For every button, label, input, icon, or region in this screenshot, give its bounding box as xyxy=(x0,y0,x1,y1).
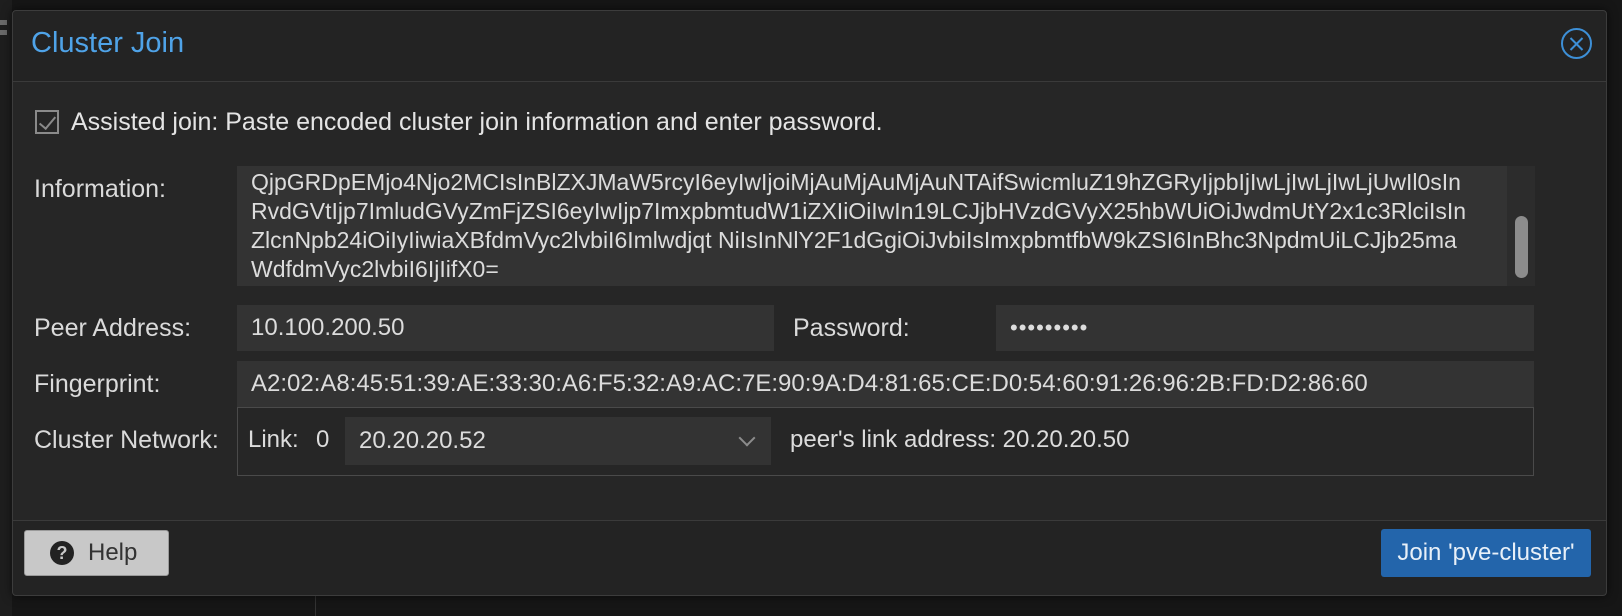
help-button[interactable]: ? Help xyxy=(24,530,169,576)
information-textarea[interactable]: QjpGRDpEMjo4Njo2MCIsInBlZXJMaW5rcyI6eyIw… xyxy=(237,166,1535,286)
cluster-network-label: Cluster Network: xyxy=(34,426,219,454)
information-scrollbar[interactable] xyxy=(1507,166,1535,286)
chevron-down-icon[interactable] xyxy=(738,429,756,447)
dialog-body: Assisted join: Paste encoded cluster joi… xyxy=(13,82,1606,521)
information-label: Information: xyxy=(34,175,167,203)
background-divider xyxy=(315,595,316,616)
help-button-label: Help xyxy=(88,539,138,566)
join-cluster-button[interactable]: Join 'pve-cluster' xyxy=(1381,529,1591,577)
dialog-header: Cluster Join xyxy=(13,11,1606,82)
link-address-value: 20.20.20.52 xyxy=(359,427,486,454)
password-label: Password: xyxy=(793,314,910,342)
assisted-join-checkbox[interactable] xyxy=(35,110,59,134)
peer-link-address: peer's link address: 20.20.20.50 xyxy=(790,426,1130,453)
assisted-join-row: Assisted join: Paste encoded cluster joi… xyxy=(35,108,883,136)
peer-address-label: Peer Address: xyxy=(34,314,192,342)
information-value: QjpGRDpEMjo4Njo2MCIsInBlZXJMaW5rcyI6eyIw… xyxy=(251,169,1467,282)
fingerprint-input[interactable]: A2:02:A8:45:51:39:AE:33:30:A6:F5:32:A9:A… xyxy=(237,361,1534,407)
link-label: Link: xyxy=(248,426,299,453)
close-icon[interactable] xyxy=(1561,28,1592,59)
cluster-join-dialog: Cluster Join Assisted join: Paste encode… xyxy=(12,10,1607,596)
scrollbar-thumb[interactable] xyxy=(1515,216,1528,278)
cluster-network-box: Link: 0 20.20.20.52 peer's link address:… xyxy=(237,407,1534,476)
link-index: 0 xyxy=(316,426,330,453)
fingerprint-label: Fingerprint: xyxy=(34,370,161,398)
peer-address-input[interactable]: 10.100.200.50 xyxy=(237,305,774,351)
background-menu-icon xyxy=(0,30,7,35)
background-menu-icon xyxy=(0,20,7,25)
assisted-join-label: Assisted join: Paste encoded cluster joi… xyxy=(71,107,883,136)
dialog-title: Cluster Join xyxy=(31,27,185,59)
link-address-select[interactable]: 20.20.20.52 xyxy=(345,417,771,465)
dialog-footer: ? Help Join 'pve-cluster' xyxy=(13,521,1606,597)
question-circle-icon: ? xyxy=(50,541,74,565)
password-input[interactable]: ••••••••• xyxy=(996,305,1534,351)
background-app-edge xyxy=(0,0,12,616)
